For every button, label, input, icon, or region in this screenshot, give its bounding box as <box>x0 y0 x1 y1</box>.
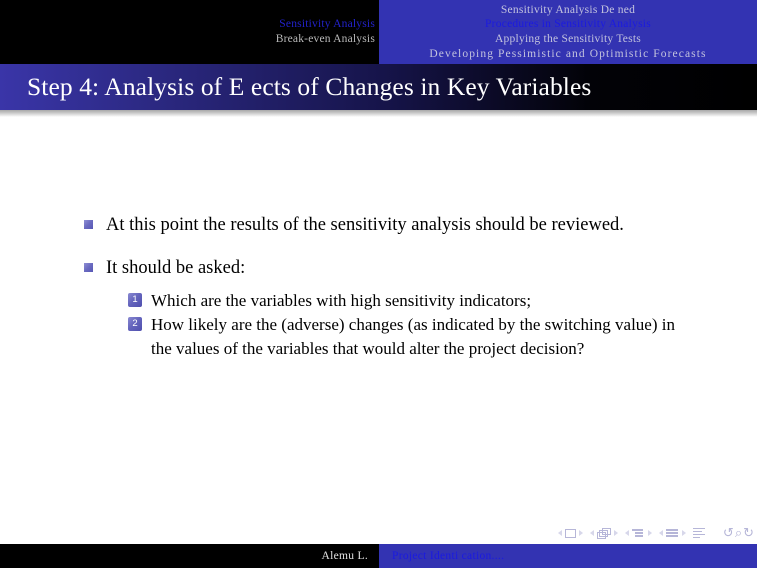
square-bullet-icon <box>84 263 93 272</box>
search-icon[interactable]: ⌕ <box>735 527 742 540</box>
prev-subsection-icon[interactable] <box>624 530 629 536</box>
numbered-sub-list: 1 Which are the variables with high sens… <box>106 289 680 361</box>
main-bullet-list: At this point the results of the sensiti… <box>80 210 680 361</box>
subsection-navigation: Sensitivity Analysis De ned Procedures i… <box>379 0 757 64</box>
list-item: It should be asked: 1 Which are the vari… <box>80 253 680 361</box>
nav-subsection-applying-the-sensitivity-tests[interactable]: Applying the Sensitivity Tests <box>495 32 641 47</box>
footer-document-area: Project Identi cation.... <box>379 544 757 568</box>
footer-author-area: Alemu L. <box>0 544 379 568</box>
footer-document-title: Project Identi cation.... <box>392 550 505 562</box>
frames-icon[interactable] <box>596 527 611 539</box>
nav-group-section <box>658 529 686 537</box>
list-item: 2 How likely are the (adverse) changes (… <box>106 313 680 361</box>
list-item: At this point the results of the sensiti… <box>80 210 680 240</box>
forward-icon[interactable]: ↻ <box>743 527 754 540</box>
nav-subsection-developing-forecasts[interactable]: Developing Pessimistic and Optimistic Fo… <box>429 47 706 62</box>
next-section-icon[interactable] <box>681 530 686 536</box>
nav-group-history: ↺ ⌕ ↻ <box>723 527 754 540</box>
slide-title: Step 4: Analysis of E ects of Changes in… <box>27 72 592 101</box>
list-item: 1 Which are the variables with high sens… <box>106 289 680 313</box>
prev-slide-icon[interactable] <box>557 530 562 536</box>
nav-group-document <box>692 527 706 539</box>
footer-bar: Alemu L. Project Identi cation.... <box>0 544 757 568</box>
prev-frame-icon[interactable] <box>589 530 594 536</box>
next-subsection-icon[interactable] <box>647 530 652 536</box>
slide-content-area: At this point the results of the sensiti… <box>0 117 757 517</box>
number-badge-1: 1 <box>128 293 142 307</box>
square-bullet-icon <box>84 220 93 229</box>
section-navigation: Sensitivity Analysis Break-even Analysis <box>0 0 379 64</box>
document-icon[interactable] <box>692 527 706 539</box>
back-icon[interactable]: ↺ <box>723 527 734 540</box>
next-slide-icon[interactable] <box>578 530 583 536</box>
header-navigation-bar: Sensitivity Analysis Break-even Analysis… <box>0 0 757 64</box>
prev-section-icon[interactable] <box>658 530 663 536</box>
slide-icon[interactable] <box>564 528 576 538</box>
nav-subsection-procedures-in-sensitivity-analysis[interactable]: Procedures in Sensitivity Analysis <box>485 17 651 32</box>
nav-section-break-even-analysis[interactable]: Break-even Analysis <box>276 32 375 47</box>
beamer-navigation-symbols: ↺ ⌕ ↻ <box>557 525 754 541</box>
section-icon[interactable] <box>665 529 679 537</box>
nav-subsection-sensitivity-analysis-defined[interactable]: Sensitivity Analysis De ned <box>501 3 635 18</box>
slide-title-bar: Step 4: Analysis of E ects of Changes in… <box>0 64 757 110</box>
number-badge-2: 2 <box>128 317 142 331</box>
title-bar-shadow <box>0 110 757 117</box>
bullet-text-1: At this point the results of the sensiti… <box>106 215 624 235</box>
nav-group-frame <box>589 527 618 539</box>
subsection-icon[interactable] <box>631 529 645 537</box>
footer-author: Alemu L. <box>321 550 368 562</box>
bullet-text-2: It should be asked: <box>106 258 246 278</box>
nav-section-sensitivity-analysis[interactable]: Sensitivity Analysis <box>279 17 375 32</box>
nav-group-subsection <box>624 529 652 537</box>
next-frame-icon[interactable] <box>613 530 618 536</box>
bullet-list-container: At this point the results of the sensiti… <box>80 210 680 374</box>
sub-item-text-1: Which are the variables with high sensit… <box>151 291 532 310</box>
sub-item-text-2: How likely are the (adverse) changes (as… <box>151 315 675 358</box>
nav-group-slide <box>557 528 583 538</box>
